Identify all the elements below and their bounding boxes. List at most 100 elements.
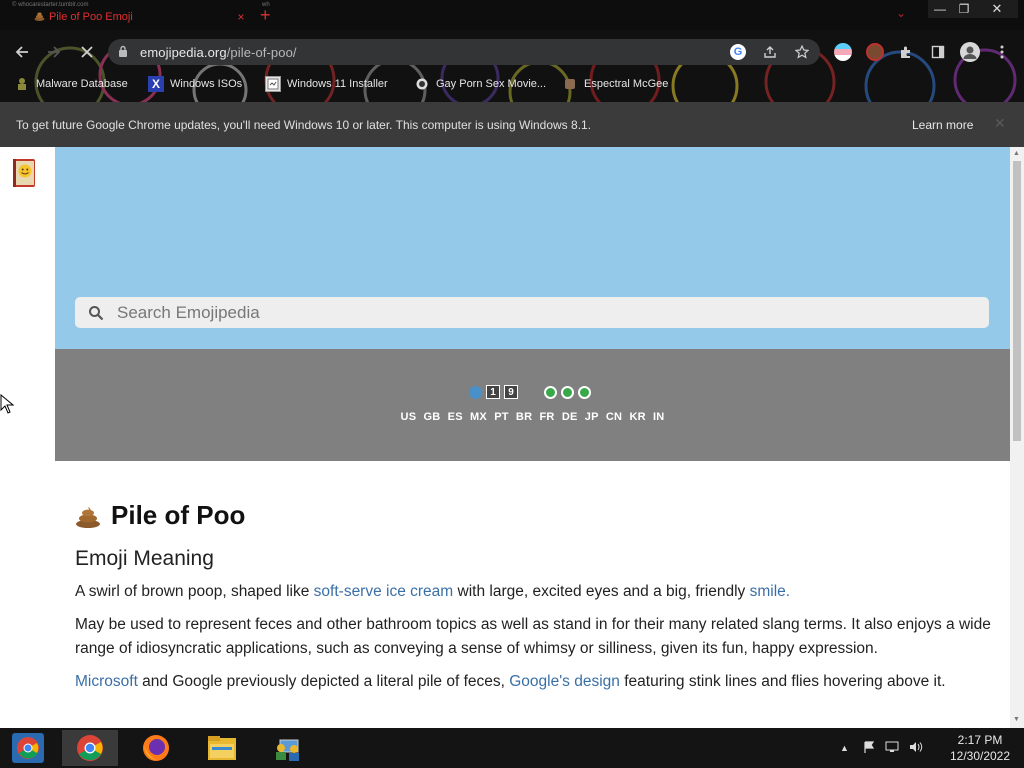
network-people-icon[interactable] <box>260 730 316 766</box>
file-explorer-icon[interactable] <box>194 730 250 766</box>
show-hidden-icons-icon[interactable]: ▲ <box>840 743 849 753</box>
earth-globe-icon <box>561 385 574 399</box>
googles-design-link[interactable]: Google's design <box>509 673 620 690</box>
pile-of-poo-icon <box>75 504 101 528</box>
paragraph-3: Microsoft and Google previously depicted… <box>75 670 995 694</box>
tab-search-icon[interactable]: ⌄ <box>896 6 906 20</box>
paragraph-1: A swirl of brown poop, shaped like soft-… <box>75 580 995 604</box>
close-window-button[interactable]: ✕ <box>976 0 1018 18</box>
chrome-legacy-icon[interactable] <box>6 730 50 766</box>
banner-icon-row: 1 9 <box>469 385 591 399</box>
country-code[interactable]: US <box>401 411 417 423</box>
soft-serve-link[interactable]: soft-serve ice cream <box>314 583 454 600</box>
country-code[interactable]: PT <box>494 411 508 423</box>
country-code[interactable]: FR <box>539 411 554 423</box>
emojipedia-logo-icon[interactable] <box>10 157 38 189</box>
installer-icon <box>265 76 281 92</box>
country-code[interactable]: CN <box>606 411 622 423</box>
volume-icon[interactable] <box>909 741 923 756</box>
earth-globe-icon <box>544 385 557 399</box>
back-arrow-icon[interactable] <box>11 41 33 63</box>
bookmark-malware-database[interactable]: Malware Database <box>14 72 128 96</box>
microsoft-link[interactable]: Microsoft <box>75 673 138 690</box>
maximize-button[interactable]: ❐ <box>952 0 976 18</box>
search-bar[interactable] <box>75 297 989 328</box>
tab-title: Pile of Poo Emoji <box>49 11 133 23</box>
globe-icon <box>469 385 482 399</box>
action-center-flag-icon[interactable] <box>863 740 875 756</box>
learn-more-link[interactable]: Learn more <box>912 118 973 132</box>
article-content: Pile of Poo Emoji Meaning A swirl of bro… <box>75 497 995 694</box>
regional-banner: 1 9 US GB ES MX PT BR FR DE JP CN KR IN <box>55 349 1010 461</box>
text: with large, excited eyes and a big, frie… <box>453 583 750 600</box>
text: and Google previously depicted a literal… <box>137 673 510 690</box>
extension-avatar-icon[interactable] <box>866 43 884 61</box>
mouse-cursor-icon <box>0 393 15 414</box>
minimize-button[interactable]: — <box>928 0 952 18</box>
country-code[interactable]: DE <box>562 411 578 423</box>
update-infobar: To get future Google Chrome updates, you… <box>0 102 1024 147</box>
paragraph-2: May be used to represent feces and other… <box>75 616 991 657</box>
poo-favicon-icon <box>34 11 45 24</box>
country-code[interactable]: GB <box>424 411 441 423</box>
side-panel-icon[interactable] <box>930 44 946 60</box>
country-code[interactable]: ES <box>448 411 463 423</box>
bookmarks-bar: Malware Database X Windows ISOs Windows … <box>0 72 1024 96</box>
google-lens-icon[interactable]: G <box>730 44 746 60</box>
address-bar[interactable]: emojipedia.org/pile-of-poo/ <box>108 39 820 65</box>
new-tab-button[interactable]: + <box>260 4 271 26</box>
page-icon <box>562 76 578 92</box>
bookmark-espectral-mcgee[interactable]: Espectral McGee <box>562 72 668 96</box>
url-path: /pile-of-poo/ <box>226 44 297 60</box>
browser-chrome: © whocarestarter.tumblr.com wh Pile of P… <box>0 0 1024 102</box>
taskbar-clock[interactable]: 2:17 PM 12/30/2022 <box>940 732 1020 764</box>
number-1-icon: 1 <box>486 385 500 399</box>
firefox-icon[interactable] <box>128 730 184 766</box>
country-code[interactable]: BR <box>516 411 532 423</box>
extensions-puzzle-icon[interactable] <box>898 44 914 60</box>
scroll-up-arrow-icon[interactable]: ▲ <box>1013 150 1020 157</box>
lock-icon[interactable] <box>118 45 130 60</box>
section-heading: Emoji Meaning <box>75 547 214 570</box>
menu-kebab-icon[interactable] <box>994 44 1010 60</box>
bookmark-windows-isos[interactable]: X Windows ISOs <box>148 72 242 96</box>
bookmark-label: Windows ISOs <box>170 78 243 90</box>
windows-taskbar: ▲ 2:17 PM 12/30/2022 <box>0 728 1024 768</box>
infobar-close-icon[interactable]: ✕ <box>994 115 1006 132</box>
share-icon[interactable] <box>762 44 778 60</box>
profile-avatar-icon[interactable] <box>960 42 980 62</box>
bookmark-gay-porn-sex-movie[interactable]: Gay Porn Sex Movie... <box>414 72 546 96</box>
clock-time: 2:17 PM <box>957 733 1003 747</box>
stop-loading-icon[interactable] <box>76 41 98 63</box>
scrollbar-thumb[interactable] <box>1013 161 1021 441</box>
chrome-icon[interactable] <box>62 730 118 766</box>
country-code[interactable]: MX <box>470 411 487 423</box>
bookmark-label: Espectral McGee <box>584 78 669 90</box>
malware-db-icon <box>14 76 30 92</box>
page-title: Pile of Poo <box>75 497 995 533</box>
country-code[interactable]: KR <box>629 411 645 423</box>
page-scrollbar[interactable]: ▲ ▼ <box>1010 147 1024 728</box>
url-domain: emojipedia.org <box>140 44 227 60</box>
forward-arrow-icon[interactable] <box>43 41 65 63</box>
text: A swirl of brown poop, shaped like <box>75 583 314 600</box>
smile-link[interactable]: smile. <box>750 583 790 600</box>
bookmark-star-icon[interactable] <box>794 44 810 60</box>
page-viewport: 1 9 US GB ES MX PT BR FR DE JP CN KR IN <box>0 147 1024 728</box>
scroll-down-arrow-icon[interactable]: ▼ <box>1013 716 1020 723</box>
text: featuring stink lines and flies hovering… <box>619 673 946 690</box>
network-icon[interactable] <box>885 741 899 756</box>
country-code-list: US GB ES MX PT BR FR DE JP CN KR IN <box>55 411 1010 423</box>
bookmark-windows-11-installer[interactable]: Windows 11 Installer <box>265 72 388 96</box>
search-icon[interactable] <box>75 305 117 321</box>
url-text[interactable]: emojipedia.org/pile-of-poo/ <box>140 45 297 60</box>
tab-close-icon[interactable]: × <box>234 10 248 24</box>
infobar-message: To get future Google Chrome updates, you… <box>16 118 592 132</box>
hero-banner <box>55 147 1010 349</box>
extension-flag-icon[interactable] <box>834 43 852 61</box>
active-tab[interactable]: Pile of Poo Emoji × <box>34 7 248 27</box>
search-input[interactable] <box>117 297 977 328</box>
page-title-text: Pile of Poo <box>111 499 246 530</box>
country-code[interactable]: IN <box>653 411 664 423</box>
country-code[interactable]: JP <box>585 411 599 423</box>
